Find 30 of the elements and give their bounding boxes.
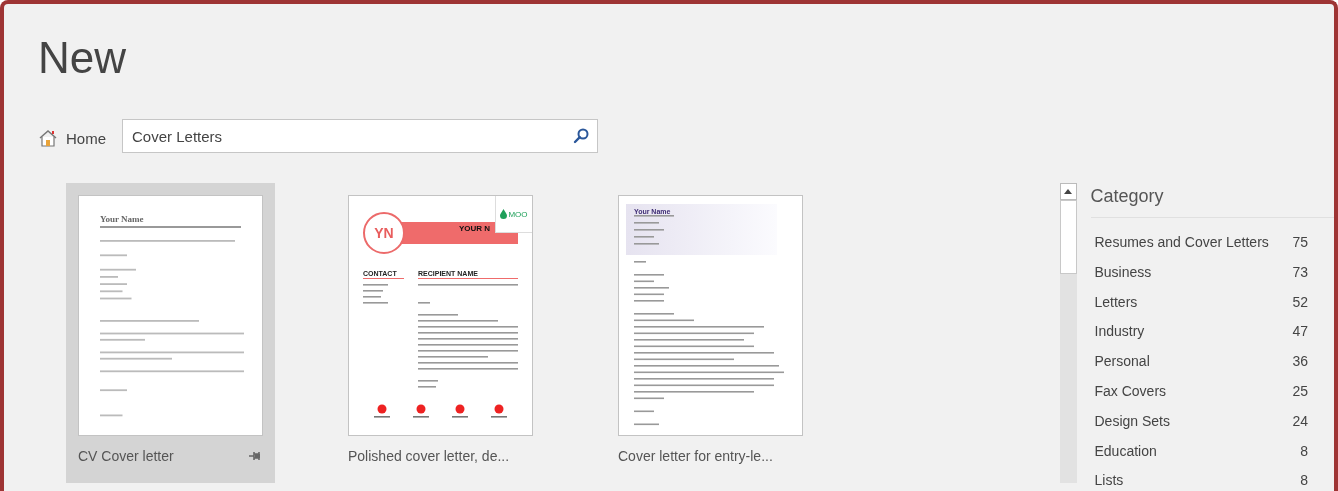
- scroll-up-button[interactable]: [1059, 183, 1077, 200]
- up-arrow-icon: [1064, 189, 1072, 194]
- page-title: New: [38, 32, 128, 84]
- category-item[interactable]: Lists 8: [1094, 472, 1334, 491]
- preview-heading: YOUR N: [458, 223, 491, 235]
- category-item[interactable]: Personal 36: [1094, 353, 1334, 383]
- scroll-thumb[interactable]: [1059, 200, 1077, 274]
- scrollbar[interactable]: [1059, 183, 1077, 483]
- category-item[interactable]: Design Sets 24: [1094, 412, 1334, 443]
- category-item[interactable]: Resumes and Cover Letters 75: [1094, 234, 1334, 264]
- template-name: Cover letter for entry-le...: [618, 448, 773, 464]
- pin-icon[interactable]: [249, 450, 263, 462]
- search-icon[interactable]: [573, 128, 589, 144]
- search-field[interactable]: Cover Letters: [122, 119, 598, 153]
- template-tile[interactable]: Your Name CV Cover letter: [66, 183, 275, 483]
- category-item[interactable]: Education 8: [1094, 442, 1334, 473]
- category-item[interactable]: Letters 52: [1094, 293, 1334, 324]
- category-heading: Category: [1090, 186, 1334, 218]
- template-name: CV Cover letter: [78, 448, 174, 464]
- text-lines-drawing: [634, 215, 674, 247]
- house-icon: [38, 129, 58, 147]
- preview-heading: Your Name: [100, 214, 145, 224]
- badge-text: MOO: [508, 209, 528, 219]
- drop-icon: [500, 209, 508, 219]
- category-item[interactable]: Business 73: [1094, 263, 1334, 294]
- category-item[interactable]: Fax Covers 25: [1094, 383, 1334, 413]
- initials-circle: YN: [363, 212, 405, 254]
- home-link[interactable]: Home: [38, 125, 106, 147]
- category-item[interactable]: Industry 47: [1094, 323, 1334, 354]
- template-name: Polished cover letter, de...: [348, 448, 510, 464]
